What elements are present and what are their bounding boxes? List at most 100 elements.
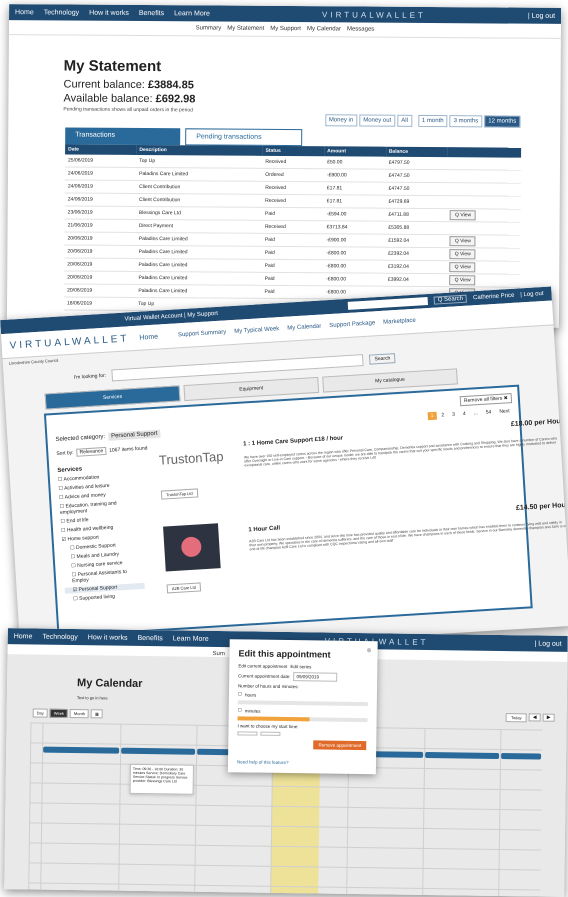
page-3[interactable]: 3 bbox=[449, 410, 458, 419]
appointment-event[interactable] bbox=[501, 753, 542, 760]
appointment-event[interactable] bbox=[121, 747, 196, 755]
page-next[interactable]: Next bbox=[496, 407, 513, 416]
cell-status: Received bbox=[262, 194, 324, 208]
link-typical-week[interactable]: My Typical Week bbox=[234, 326, 279, 335]
page-2[interactable]: 2 bbox=[438, 411, 447, 420]
cell-status: Paid bbox=[261, 207, 324, 221]
cell-actions: Q View bbox=[446, 260, 521, 275]
subnav-my-statement[interactable]: My Statement bbox=[227, 26, 264, 32]
remove-filters-button[interactable]: Remove all filters ✖ bbox=[459, 393, 513, 407]
filter-money-in[interactable]: Money in bbox=[324, 114, 358, 127]
cell-balance: £4729.69 bbox=[385, 195, 448, 209]
nav-technology[interactable]: Technology bbox=[42, 633, 78, 640]
view-week[interactable]: Week bbox=[49, 708, 69, 718]
subnav-messages[interactable]: Messages bbox=[347, 26, 374, 32]
result-title[interactable]: 1 Hour Call bbox=[248, 525, 280, 533]
filter-all[interactable]: All bbox=[397, 114, 412, 127]
result-title[interactable]: 1 : 1 Home Care Support £18 / hour bbox=[243, 435, 343, 447]
nav-how-it-works[interactable]: How it works bbox=[88, 634, 128, 642]
provider-button[interactable]: TrustonTap Ltd bbox=[160, 488, 198, 500]
prev-arrow-icon[interactable]: ◀ bbox=[528, 713, 541, 722]
nav-benefits[interactable]: Benefits bbox=[139, 9, 164, 16]
next-arrow-icon[interactable]: ▶ bbox=[542, 713, 555, 722]
calendar-icon[interactable]: ▦ bbox=[91, 709, 103, 719]
close-icon[interactable]: ⊗ bbox=[366, 647, 371, 654]
user-name[interactable]: Catherine Price bbox=[473, 293, 515, 302]
appointment-event[interactable] bbox=[43, 746, 120, 754]
category-chip[interactable]: Personal Support bbox=[107, 429, 161, 441]
cell-desc: Top Up bbox=[136, 154, 263, 169]
pagination: 1 2 3 4 ... 54 Next bbox=[427, 407, 513, 421]
link-support-summary[interactable]: Support Summary bbox=[178, 329, 227, 338]
help-link[interactable]: Need help of this feature? bbox=[237, 759, 289, 765]
support-home-link[interactable]: Home bbox=[139, 333, 158, 341]
subnav-my-support[interactable]: My Support bbox=[270, 26, 301, 32]
filter-12-months[interactable]: 12 months bbox=[484, 115, 521, 128]
filter-money-out[interactable]: Money out bbox=[359, 114, 396, 127]
minutes-row: ☐ minutes bbox=[237, 707, 261, 714]
edit-current-option[interactable]: Edit current appointment bbox=[238, 663, 287, 669]
cell-amount: -£800.00 bbox=[323, 272, 385, 287]
nav-home[interactable]: Home bbox=[14, 633, 33, 640]
view-day[interactable]: Day bbox=[32, 708, 48, 718]
view-button[interactable]: Q View bbox=[450, 210, 477, 221]
subnav-my-calendar[interactable]: My Calendar bbox=[307, 26, 341, 32]
start-minute-input[interactable] bbox=[260, 731, 281, 736]
cell-balance: £2392.04 bbox=[385, 247, 447, 261]
sub-supported-living[interactable]: ☐ Supported living bbox=[65, 592, 145, 603]
nav-learn-more[interactable]: Learn More bbox=[173, 635, 209, 642]
heart-icon bbox=[180, 536, 202, 558]
cell-date: 25/06/2019 bbox=[64, 154, 137, 168]
cell-actions: Q View bbox=[446, 247, 521, 262]
remove-appointment-button[interactable]: Remove appointment bbox=[313, 740, 367, 751]
page-1[interactable]: 1 bbox=[427, 411, 437, 421]
start-hour-input[interactable] bbox=[237, 731, 258, 736]
marketplace-search-button[interactable]: Search bbox=[369, 353, 396, 365]
nav-benefits[interactable]: Benefits bbox=[137, 634, 162, 641]
cell-status: Paid bbox=[261, 272, 324, 286]
support-logout-link[interactable]: | Log out bbox=[520, 291, 544, 298]
page-4[interactable]: 4 bbox=[460, 410, 469, 419]
statement-screenshot: Home Technology How it works Benefits Le… bbox=[6, 4, 562, 328]
nav-home[interactable]: Home bbox=[15, 9, 34, 16]
link-my-calendar[interactable]: My Calendar bbox=[287, 324, 321, 332]
subnav-summary[interactable]: Summary bbox=[196, 25, 222, 31]
minutes-slider-fill bbox=[237, 716, 310, 722]
provider-button[interactable]: A2B Care Ltd bbox=[166, 582, 202, 594]
view-button[interactable]: Q View bbox=[449, 262, 476, 273]
filter-1-month[interactable]: 1 month bbox=[417, 114, 448, 128]
view-month[interactable]: Month bbox=[69, 708, 90, 719]
tab-transactions[interactable]: Transactions bbox=[65, 127, 181, 146]
link-support-package[interactable]: Support Package bbox=[329, 320, 375, 329]
filter-3-months[interactable]: 3 months bbox=[449, 115, 483, 128]
support-top-search-button[interactable]: Q Search bbox=[433, 294, 468, 305]
appointment-event[interactable] bbox=[425, 751, 500, 759]
cell-balance: £4711.88 bbox=[385, 208, 448, 222]
tab-pending-transactions[interactable]: Pending transactions bbox=[185, 128, 303, 147]
link-marketplace[interactable]: Marketplace bbox=[383, 318, 416, 326]
logout-link[interactable]: | Log out bbox=[528, 12, 555, 19]
cell-status: Ordered bbox=[262, 168, 325, 182]
nav-technology[interactable]: Technology bbox=[44, 9, 79, 16]
view-button[interactable]: Q View bbox=[449, 249, 476, 260]
sort-select[interactable]: Relevance bbox=[76, 446, 107, 457]
minutes-slider[interactable] bbox=[237, 716, 368, 723]
nav-learn-more[interactable]: Learn More bbox=[174, 10, 210, 17]
cell-desc: Paladins Care Limited bbox=[135, 258, 262, 273]
date-input[interactable]: 09/09/2019 bbox=[293, 672, 338, 682]
nav-how-it-works[interactable]: How it works bbox=[89, 9, 129, 16]
edit-series-option[interactable]: Edit series bbox=[290, 664, 311, 669]
page-54[interactable]: 54 bbox=[483, 408, 495, 417]
calendar-screenshot: Home Technology How it works Benefits Le… bbox=[4, 628, 568, 897]
sub-personal-assistants[interactable]: ☐ Personal Assistants to Employ bbox=[64, 568, 145, 585]
today-button[interactable]: Today bbox=[505, 713, 527, 723]
cell-desc: Client Contribution bbox=[135, 193, 263, 208]
logout-link[interactable]: | Log out bbox=[535, 640, 562, 647]
cell-date: 24/06/2019 bbox=[64, 192, 137, 207]
trustontap-logo: TrustonTap bbox=[158, 448, 224, 468]
statement-tabs: Transactions Pending transactions bbox=[65, 127, 303, 147]
hours-slider[interactable] bbox=[237, 700, 368, 707]
service-education[interactable]: ☐ Education, training and employment bbox=[59, 499, 140, 515]
view-button[interactable]: Q View bbox=[449, 275, 476, 286]
view-button[interactable]: Q View bbox=[449, 236, 476, 247]
